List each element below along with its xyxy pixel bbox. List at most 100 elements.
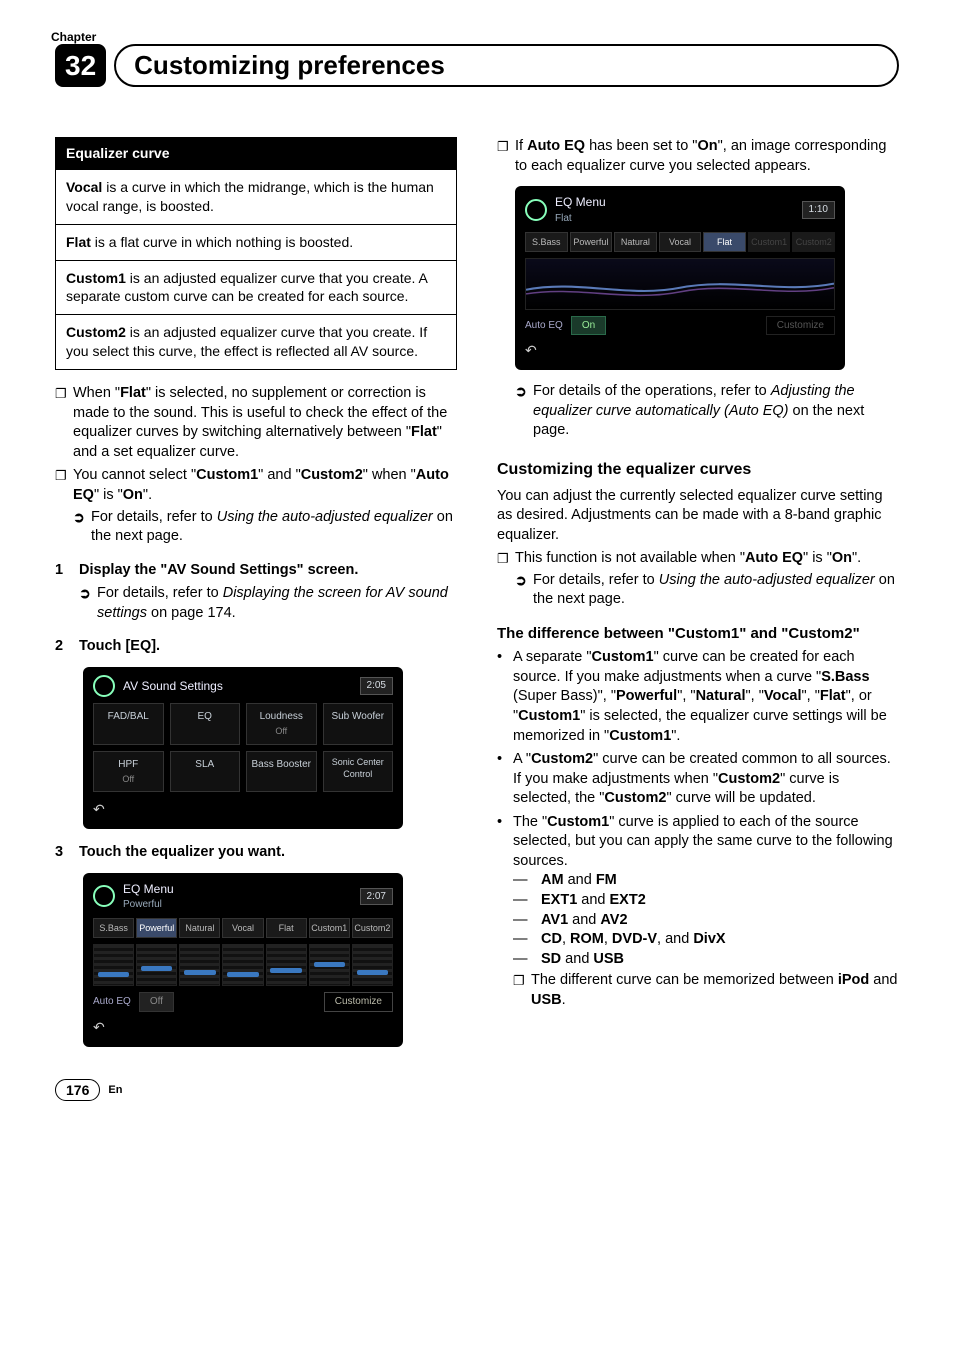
tab-custom2[interactable]: Custom2	[792, 232, 835, 252]
t: ", "	[802, 688, 820, 704]
t: Auto EQ	[527, 138, 585, 154]
clock-badge: 1:10	[802, 201, 835, 219]
eq-band[interactable]	[93, 944, 134, 986]
tab-flat[interactable]: Flat	[266, 918, 307, 938]
eq-bars	[93, 944, 393, 986]
t: On	[697, 138, 717, 154]
t: S.Bass	[821, 669, 869, 685]
ss-subtitle: Flat	[555, 213, 572, 224]
list-item: ❐ If Auto EQ has been set to "On", an im…	[497, 137, 899, 176]
t: For details, refer to	[91, 509, 217, 525]
note-text: If Auto EQ has been set to "On", an imag…	[515, 137, 899, 176]
t: Using the auto-adjusted equalizer	[659, 572, 875, 588]
ss-footer: Auto EQ On Customize	[525, 316, 835, 336]
ss-header: AV Sound Settings 2:05	[93, 675, 393, 697]
ref-text: For details, refer to Displaying the scr…	[97, 584, 457, 623]
eq-band[interactable]	[266, 944, 307, 986]
back-icon[interactable]: ↶	[93, 1018, 393, 1037]
page-footer: 176 En	[55, 1079, 899, 1101]
t: Custom2	[301, 467, 363, 483]
t: Using the auto-adjusted equalizer	[217, 509, 433, 525]
t: has been set to "	[585, 138, 697, 154]
eq-band[interactable]	[222, 944, 263, 986]
source-row: —CD, ROM, DVD-V, and DivX	[513, 930, 899, 950]
tab-natural[interactable]: Natural	[179, 918, 220, 938]
sla-button[interactable]: SLA	[170, 751, 241, 793]
eq-row-flat: Flat is a flat curve in which nothing is…	[56, 224, 456, 260]
eq-band[interactable]	[352, 944, 393, 986]
tab-natural[interactable]: Natural	[614, 232, 657, 252]
ss-title: AV Sound Settings	[123, 678, 223, 694]
step1-ref: ➲ For details, refer to Displaying the s…	[79, 584, 457, 623]
eq-text: is a flat curve in which nothing is boos…	[91, 234, 353, 250]
t: Custom1	[592, 649, 654, 665]
eq-band[interactable]	[136, 944, 177, 986]
eq-band[interactable]	[179, 944, 220, 986]
arrow-icon: ➲	[73, 508, 91, 547]
t: On	[123, 487, 143, 503]
t: For details, refer to	[533, 572, 659, 588]
tab-vocal[interactable]: Vocal	[659, 232, 702, 252]
dash-icon: —	[513, 871, 541, 891]
source-row: —SD and USB	[513, 950, 899, 970]
bass-booster-button[interactable]: Bass Booster	[246, 751, 317, 793]
sub-woofer-button[interactable]: Sub Woofer	[323, 703, 394, 745]
tab-custom1[interactable]: Custom1	[748, 232, 791, 252]
box-bullet-icon: ❐	[55, 384, 73, 462]
sub: Off	[249, 725, 314, 737]
av-sound-settings-screenshot: AV Sound Settings 2:05 FAD/BAL EQ Loudne…	[83, 667, 403, 829]
t: EXT1 and EXT2	[541, 891, 646, 911]
ss-header: EQ Menu Flat 1:10	[525, 194, 835, 226]
bullet-text: A separate "Custom1" curve can be create…	[513, 648, 899, 746]
sonic-center-control-button[interactable]: Sonic Center Control	[323, 751, 394, 793]
ss-title: EQ MenuPowerful	[123, 881, 174, 913]
eq-term: Flat	[66, 234, 91, 250]
eq-row-custom1: Custom1 is an adjusted equalizer curve t…	[56, 260, 456, 315]
autoeq-toggle[interactable]: On	[571, 316, 606, 336]
eq-row-vocal: Vocal is a curve in which the midrange, …	[56, 169, 456, 224]
t: Loudness	[260, 711, 303, 722]
t: If	[515, 138, 527, 154]
bullet-text: The "Custom1" curve is applied to each o…	[513, 813, 899, 1011]
eq-band[interactable]	[309, 944, 350, 986]
hpf-button[interactable]: HPFOff	[93, 751, 164, 793]
tab-vocal[interactable]: Vocal	[222, 918, 263, 938]
t: AM and FM	[541, 871, 617, 891]
box-bullet-icon: ❐	[513, 971, 531, 1010]
tab-custom1[interactable]: Custom1	[309, 918, 350, 938]
fad-bal-button[interactable]: FAD/BAL	[93, 703, 164, 745]
autoeq-toggle[interactable]: Off	[139, 992, 174, 1012]
t: DivX	[693, 931, 725, 947]
t: EQ Menu	[555, 195, 606, 209]
step-number: 3	[55, 843, 79, 863]
t: A "	[513, 751, 531, 767]
eq-term: Custom1	[66, 270, 126, 286]
customize-button[interactable]: Customize	[766, 316, 835, 336]
tab-powerful[interactable]: Powerful	[570, 232, 613, 252]
step-2: 2 Touch [EQ].	[55, 637, 457, 657]
t: For details of the operations, refer to	[533, 383, 771, 399]
dash-icon: —	[513, 950, 541, 970]
eq-term: Custom2	[66, 324, 126, 340]
tab-sbass[interactable]: S.Bass	[525, 232, 568, 252]
back-icon[interactable]: ↶	[525, 341, 835, 360]
customize-button[interactable]: Customize	[324, 992, 393, 1012]
loudness-button[interactable]: Loudness Off	[246, 703, 317, 745]
page: Chapter 32 Customizing preferences Equal…	[0, 0, 954, 1141]
t: USB	[531, 992, 562, 1008]
note-text: This function is not available when "Aut…	[515, 549, 899, 610]
t: EXT2	[610, 892, 646, 908]
back-icon[interactable]: ↶	[93, 800, 393, 819]
tab-flat[interactable]: Flat	[703, 232, 746, 252]
eq-waveform	[525, 258, 835, 310]
t: Custom1	[196, 467, 258, 483]
equalizer-curve-table: Equalizer curve Vocal is a curve in whic…	[55, 137, 457, 370]
list-item: • A "Custom2" curve can be created commo…	[497, 750, 899, 809]
tab-sbass[interactable]: S.Bass	[93, 918, 134, 938]
t: SD and USB	[541, 950, 624, 970]
eq-button[interactable]: EQ	[170, 703, 241, 745]
t: When "	[73, 385, 120, 401]
t: EQ Menu	[123, 882, 174, 896]
tab-powerful[interactable]: Powerful	[136, 918, 177, 938]
tab-custom2[interactable]: Custom2	[352, 918, 393, 938]
